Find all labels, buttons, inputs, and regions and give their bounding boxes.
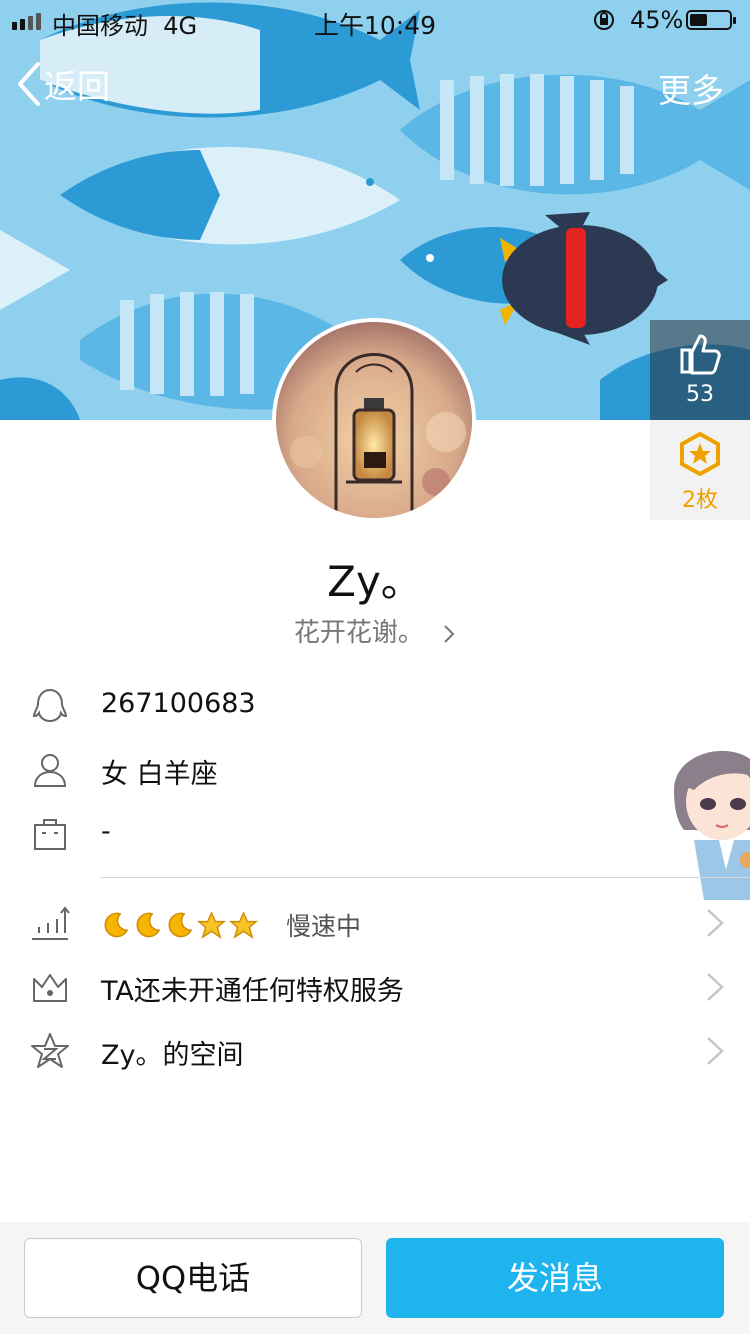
- qzone-row[interactable]: Zy。的空间: [0, 1021, 750, 1081]
- privilege-row[interactable]: TA还未开通任何特权服务: [0, 957, 750, 1017]
- more-button[interactable]: 更多: [658, 64, 724, 112]
- privilege-text: TA还未开通任何特权服务: [101, 976, 404, 1007]
- battery-icon: [686, 10, 736, 30]
- work-value: -: [101, 816, 111, 847]
- star-icon: [197, 911, 226, 939]
- send-message-button[interactable]: 发消息: [386, 1238, 724, 1318]
- briefcase-icon: [34, 819, 66, 850]
- level-icons: [101, 911, 258, 940]
- penguin-outline-icon: [32, 688, 68, 723]
- badge-star-icon: [680, 432, 720, 476]
- qzone-star-icon: [31, 1033, 69, 1068]
- qq-call-button[interactable]: QQ电话: [24, 1238, 362, 1318]
- chevron-right-icon: [707, 909, 724, 937]
- like-button[interactable]: 53: [650, 320, 750, 420]
- like-count: 53: [686, 382, 714, 407]
- moon-icon: [168, 912, 193, 938]
- level-status: 慢速中: [286, 912, 362, 941]
- gender-row: 女 白羊座: [0, 740, 750, 800]
- status-bar: 中国移动 4G 上午10:49 45%: [0, 0, 750, 40]
- gender-constellation: 女 白羊座: [101, 759, 218, 790]
- level-chart-icon: [32, 906, 70, 940]
- bottom-action-bar: QQ电话 发消息: [0, 1222, 750, 1334]
- thumbs-up-icon: [680, 334, 721, 375]
- signature-link[interactable]: 花开花谢。: [0, 612, 750, 649]
- chevron-right-icon: [707, 1037, 724, 1065]
- moon-icon: [136, 912, 161, 938]
- qq-number-row: 267100683: [0, 676, 750, 736]
- back-label: 返回: [44, 67, 110, 106]
- back-button[interactable]: 返回: [16, 60, 110, 108]
- cartoon-girl-icon: [674, 750, 750, 900]
- avatar[interactable]: [272, 318, 476, 522]
- battery-percent: 45%: [630, 6, 684, 34]
- qzone-text: Zy。的空间: [101, 1040, 244, 1071]
- crown-icon: [33, 974, 67, 1002]
- chevron-left-icon: [18, 62, 40, 106]
- badge-button[interactable]: 2枚: [650, 420, 750, 520]
- work-row: -: [0, 804, 750, 864]
- level-row[interactable]: 慢速中: [0, 893, 750, 953]
- qq-number: 267100683: [101, 688, 256, 719]
- profile-name: Zy。: [327, 557, 423, 606]
- moon-icon: [104, 912, 129, 938]
- rotation-lock-icon: [594, 10, 614, 30]
- signature-text: 花开花谢。: [293, 618, 424, 648]
- person-icon: [33, 754, 67, 787]
- cartoon-girl-pendant[interactable]: [664, 730, 750, 900]
- chevron-right-icon: [707, 973, 724, 1001]
- badge-count: 2枚: [682, 488, 718, 513]
- divider: [100, 877, 750, 878]
- chevron-right-icon: [444, 624, 455, 643]
- nav-bar: 返回 更多: [0, 60, 750, 110]
- star-icon: [229, 911, 258, 939]
- avatar-lantern-image: [276, 322, 472, 518]
